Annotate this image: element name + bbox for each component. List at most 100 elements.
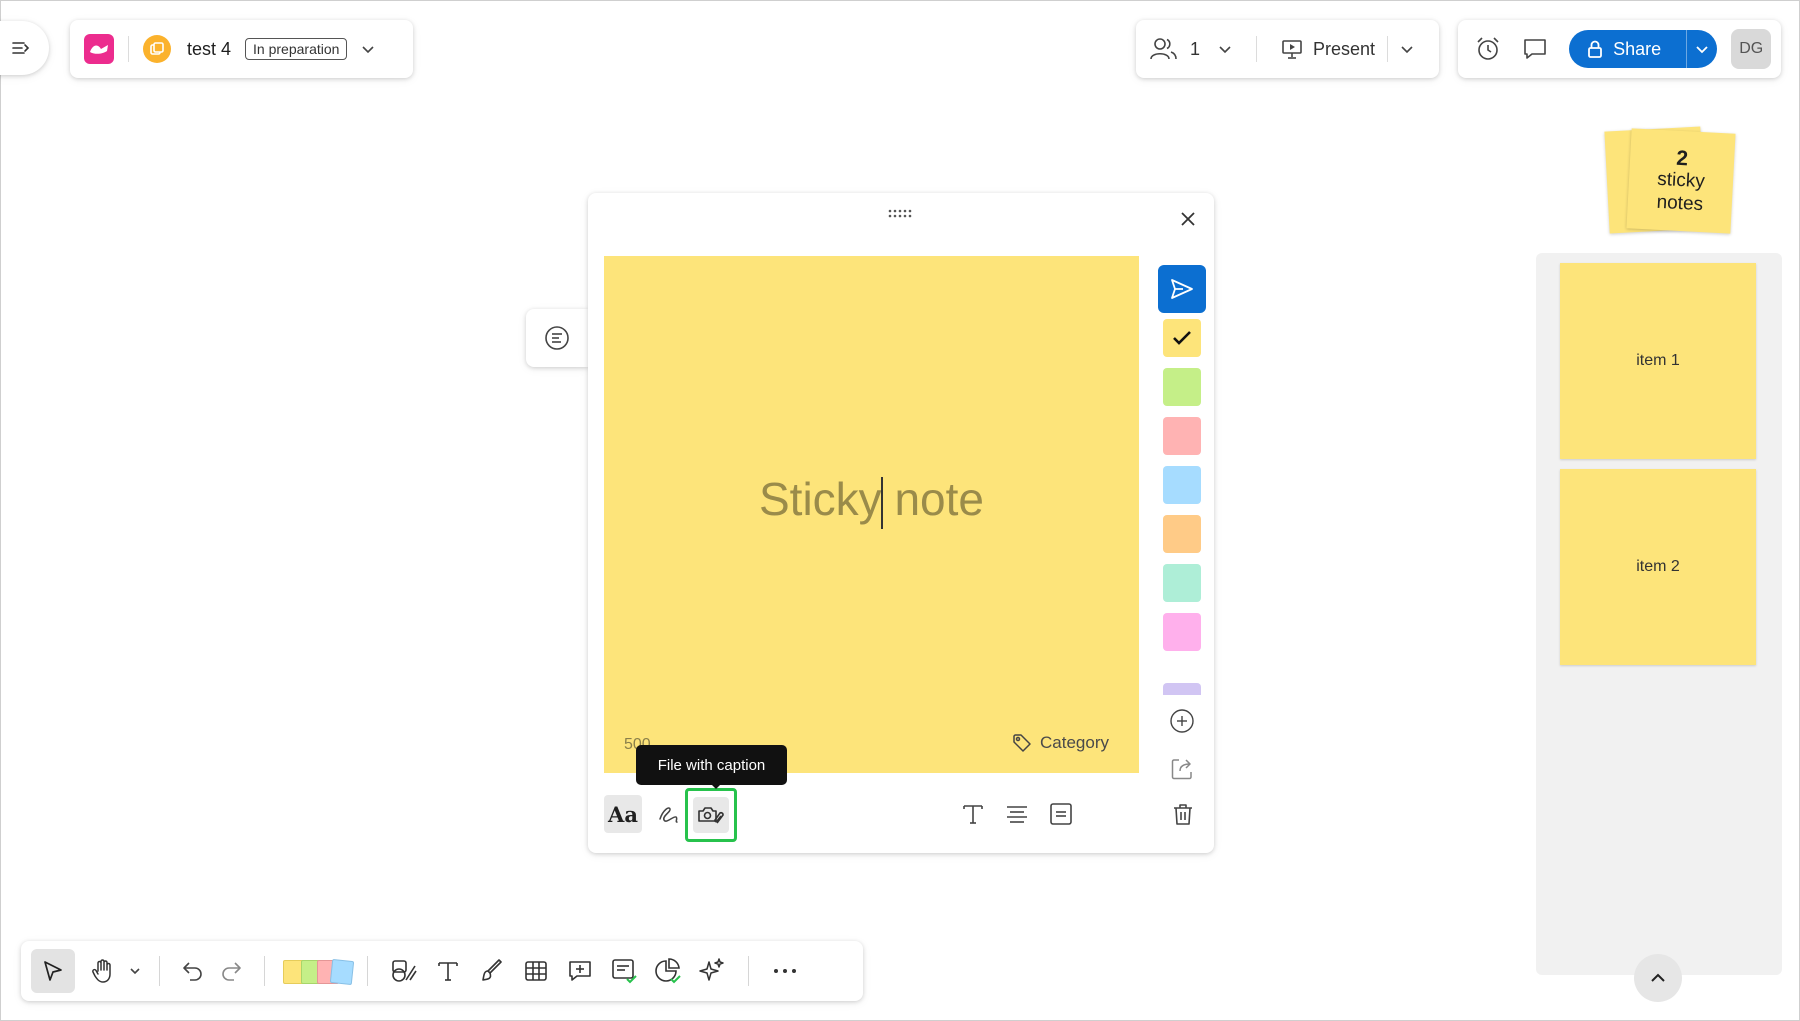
- category-button[interactable]: Category: [1012, 733, 1109, 753]
- send-button[interactable]: [1158, 265, 1206, 313]
- shapes-tool-button[interactable]: [382, 949, 426, 993]
- cursor-arrow-icon: [44, 961, 62, 981]
- board-icon[interactable]: [143, 35, 171, 63]
- vertical-align-button[interactable]: [1042, 795, 1080, 833]
- present-label: Present: [1313, 38, 1376, 59]
- present-button[interactable]: Present: [1281, 38, 1375, 60]
- divider: [1256, 36, 1258, 62]
- placeholder-text-start: Sticky: [759, 473, 882, 525]
- text-align-button[interactable]: [998, 795, 1036, 833]
- more-horizontal-icon: [774, 969, 796, 973]
- chevron-down-icon: [362, 46, 375, 54]
- collaboration-bar: 1 Present: [1136, 20, 1439, 78]
- timer-icon: [1477, 37, 1499, 60]
- export-button[interactable]: [1167, 754, 1197, 784]
- select-tool-button[interactable]: [31, 949, 75, 993]
- text-tool-icon: [438, 962, 458, 981]
- table-icon: [525, 961, 547, 981]
- tag-icon: [1013, 734, 1031, 752]
- actions-bar: Share DG: [1458, 20, 1781, 78]
- scroll-up-button[interactable]: [1634, 954, 1682, 1002]
- sticky-notes-tool-button[interactable]: [279, 949, 355, 993]
- divider: [1387, 36, 1389, 62]
- avatar[interactable]: DG: [1731, 29, 1772, 69]
- sparkles-icon: [699, 958, 724, 981]
- sticky-stack-panel: item 1 item 2: [1536, 253, 1782, 975]
- color-swatch[interactable]: [1163, 466, 1201, 504]
- share-options-button[interactable]: [1687, 42, 1717, 56]
- sticky-note-text: item 2: [1636, 558, 1680, 575]
- more-tools-button[interactable]: [763, 949, 807, 993]
- chevron-down-icon: [1401, 46, 1413, 54]
- participants-dropdown[interactable]: [1218, 42, 1232, 56]
- tooltip-arrow: [710, 783, 722, 789]
- shapes-icon: [392, 960, 417, 982]
- text-tool-button[interactable]: [426, 949, 470, 993]
- participants-button[interactable]: [1150, 37, 1178, 61]
- color-swatch[interactable]: [1163, 368, 1201, 406]
- stacked-sticky-note[interactable]: item 2: [1560, 469, 1756, 665]
- stack-label-line1: sticky: [1656, 168, 1706, 192]
- camera-attachment-icon: [698, 807, 724, 824]
- app-window: test 4 In preparation 1 Present Share DG…: [0, 0, 1800, 1021]
- align-center-icon: [1007, 806, 1027, 823]
- board-name[interactable]: test 4: [187, 39, 231, 60]
- sticky-stack-indicator[interactable]: 2 sticky notes: [1626, 128, 1736, 234]
- ink-button[interactable]: [650, 795, 688, 833]
- sticky-note-text-area[interactable]: Sticky note 500 Category: [604, 256, 1139, 773]
- redo-button[interactable]: [212, 949, 250, 993]
- comments-button[interactable]: [1516, 29, 1556, 69]
- chevron-down-icon: [1219, 46, 1231, 54]
- pen-tool-button[interactable]: [470, 949, 514, 993]
- file-with-caption-button[interactable]: [685, 788, 737, 842]
- card-check-icon: [612, 959, 637, 984]
- chevron-down-icon: [130, 968, 140, 975]
- divider: [159, 956, 160, 986]
- text-t-icon: [963, 805, 983, 824]
- add-comment-icon: [569, 961, 591, 981]
- font-size-button[interactable]: [954, 795, 992, 833]
- chart-tool-button[interactable]: [646, 949, 690, 993]
- text-format-button[interactable]: Aa: [604, 795, 642, 833]
- redo-icon: [222, 962, 241, 981]
- bottom-toolbar: [21, 941, 863, 1001]
- tooltip: File with caption: [636, 745, 787, 785]
- comment-icon: [1524, 39, 1547, 59]
- board-info-bar: test 4 In preparation: [70, 20, 413, 78]
- stacked-sticky-note[interactable]: item 1: [1560, 263, 1756, 459]
- color-swatch[interactable]: [1163, 319, 1201, 357]
- note-comments-tab[interactable]: [526, 309, 588, 367]
- trash-icon: [1174, 804, 1192, 825]
- card-tool-button[interactable]: [602, 949, 646, 993]
- board-menu-button[interactable]: [361, 42, 375, 56]
- color-swatch[interactable]: [1163, 417, 1201, 455]
- close-button[interactable]: [1176, 207, 1200, 231]
- drag-handle[interactable]: [888, 209, 914, 219]
- undo-button[interactable]: [174, 949, 212, 993]
- present-options-button[interactable]: [1400, 42, 1414, 56]
- status-badge[interactable]: In preparation: [245, 38, 348, 60]
- hand-tool-dropdown[interactable]: [125, 949, 145, 993]
- menu-toggle-button[interactable]: [0, 21, 49, 75]
- color-swatch[interactable]: [1163, 613, 1201, 651]
- category-label: Category: [1040, 733, 1109, 752]
- presentation-icon: [1282, 40, 1302, 59]
- hand-tool-button[interactable]: [81, 949, 125, 993]
- divider: [367, 956, 368, 986]
- add-color-button[interactable]: [1167, 706, 1197, 736]
- color-swatch[interactable]: [1163, 515, 1201, 553]
- stack-label-line2: notes: [1656, 191, 1704, 215]
- color-swatch[interactable]: [1163, 683, 1201, 695]
- checkmark-icon: [1173, 331, 1191, 345]
- ai-assist-button[interactable]: [690, 949, 734, 993]
- note-placeholder: Sticky note: [604, 472, 1139, 529]
- drag-handle-icon: [888, 209, 912, 218]
- delete-button[interactable]: [1164, 795, 1202, 833]
- share-button[interactable]: Share: [1569, 30, 1688, 68]
- color-swatch[interactable]: [1163, 564, 1201, 602]
- participant-count[interactable]: 1: [1190, 39, 1200, 60]
- close-icon: [1181, 212, 1195, 226]
- comment-tool-button[interactable]: [558, 949, 602, 993]
- timer-button[interactable]: [1468, 29, 1508, 69]
- table-tool-button[interactable]: [514, 949, 558, 993]
